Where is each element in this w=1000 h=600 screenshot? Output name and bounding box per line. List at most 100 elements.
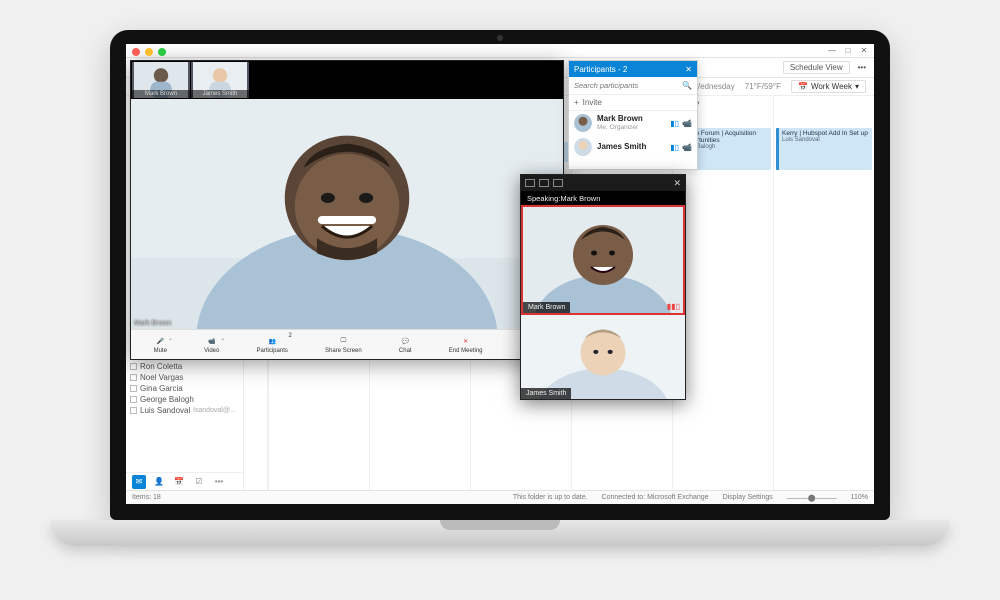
participants-count-badge: 2 [289, 333, 292, 339]
weather-day: Wednesday [693, 82, 735, 91]
contact-row[interactable]: Noel Vargas [126, 372, 243, 383]
participants-panel: Participants - 2 ✕ 🔍 + Invite Mark Brown… [568, 60, 698, 170]
audio-level-icon: ▮▯ [670, 119, 679, 128]
chevron-down-icon[interactable]: ⌄ [220, 335, 225, 342]
checkbox[interactable] [130, 363, 137, 370]
nav-mail-icon[interactable]: ✉ [132, 475, 146, 489]
window-maximize-icon[interactable]: □ [844, 47, 852, 55]
zoom-slider[interactable]: ———⬤——— [787, 494, 837, 502]
contact-row[interactable]: George Balogh [126, 394, 243, 405]
mini-tile-2[interactable]: James Smith [521, 315, 685, 399]
nav-people-icon[interactable]: 👤 [152, 475, 166, 489]
checkbox[interactable] [130, 385, 137, 392]
thumbnail-1[interactable]: Mark Brown [132, 62, 190, 98]
mini-portrait-1 [523, 207, 683, 313]
calendar-icon: 📅 [798, 82, 808, 91]
view-label: Work Week [811, 82, 852, 91]
contact-name: George Balogh [140, 395, 194, 404]
layout-grid-icon[interactable] [525, 179, 535, 187]
nav-strip: ✉ 👤 📅 ☑ ••• [126, 472, 243, 490]
participant-rows: Mark BrownMe, Organizer▮▯📹James Smith▮▯📹 [569, 111, 697, 159]
avatar [574, 138, 592, 156]
mini-portrait-2 [521, 315, 685, 399]
participant-row[interactable]: James Smith▮▯📹 [569, 135, 697, 159]
contact-name: Luis Sandoval [140, 406, 190, 415]
contact-row[interactable]: Ron Coletta [126, 361, 243, 372]
chevron-down-icon[interactable]: ⌄ [168, 335, 173, 342]
weather-temp: 71°F/59°F [745, 82, 781, 91]
video-button[interactable]: 📹Video⌄ [204, 335, 219, 354]
main-video-feed[interactable] [131, 99, 563, 329]
video-meeting-window: Mark Brown James Smith [130, 60, 564, 360]
speaking-indicator: Speaking: Mark Brown [521, 191, 685, 205]
status-zoom: 110% [851, 494, 868, 501]
audio-level-icon: ▮▮▯ [667, 302, 680, 311]
event-organizer: Luis Sandoval [782, 137, 869, 143]
mini-titlebar: ✕ [521, 175, 685, 191]
laptop-base [50, 520, 950, 546]
chevron-down-icon: ▾ [855, 82, 859, 91]
webcam-dot [497, 35, 503, 41]
contact-row[interactable]: Gina Garcia [126, 383, 243, 394]
share-screen-button[interactable]: 🖵Share Screen [325, 335, 362, 354]
window-close-icon[interactable]: ✕ [860, 47, 868, 55]
minimize-dot[interactable] [145, 48, 153, 56]
participants-search[interactable]: 🔍 [569, 77, 697, 95]
checkbox[interactable] [130, 374, 137, 381]
mac-traffic-lights [132, 48, 166, 56]
people-icon: 👥 [268, 335, 275, 347]
checkbox[interactable] [130, 407, 137, 414]
invite-label: Invite [583, 98, 602, 107]
outlook-titlebar: — □ ✕ [126, 44, 874, 58]
participants-title: Participants - 2 [574, 65, 627, 74]
invite-button[interactable]: + Invite [569, 95, 697, 111]
contact-name: Gina Garcia [140, 384, 183, 393]
chat-button[interactable]: 💬Chat [399, 335, 412, 354]
nav-tasks-icon[interactable]: ☑ [192, 475, 206, 489]
thumb-1-label: Mark Brown [132, 90, 190, 98]
mini-video-window: ✕ Speaking: Mark Brown Mark Brown ▮▮▯ [520, 174, 686, 400]
window-minimize-icon[interactable]: — [828, 47, 836, 55]
calendar-event[interactable]: Kerry | Hubspot Add In Set upLuis Sandov… [776, 128, 872, 170]
search-input[interactable] [574, 81, 678, 90]
contact-row[interactable]: Luis Sandovallsandoval@... [126, 405, 243, 416]
screen: — □ ✕ Schedule View ••• Wednesday 71°F/5… [126, 44, 874, 504]
schedule-view-button[interactable]: Schedule View [783, 61, 850, 74]
fullscreen-dot[interactable] [158, 48, 166, 56]
layout-speaker-icon[interactable] [539, 179, 549, 187]
contact-email: lsandoval@... [193, 407, 236, 414]
close-icon[interactable]: ✕ [673, 178, 681, 189]
participant-role: Me, Organizer [597, 124, 665, 131]
plus-icon: + [574, 98, 579, 107]
layout-strip-icon[interactable] [553, 179, 563, 187]
laptop-frame: — □ ✕ Schedule View ••• Wednesday 71°F/5… [110, 30, 890, 570]
calendar-view-picker[interactable]: 📅 Work Week ▾ [791, 80, 866, 93]
camera-icon: 📹 [208, 335, 215, 347]
thumbnail-2[interactable]: James Smith [191, 62, 249, 98]
camera-icon: 📹 [682, 119, 692, 128]
close-dot[interactable] [132, 48, 140, 56]
nav-calendar-icon[interactable]: 📅 [172, 475, 186, 489]
participant-name: James Smith [597, 143, 665, 152]
main-speaker-name: Mark Brown [134, 320, 171, 327]
nav-more-icon[interactable]: ••• [212, 475, 226, 489]
microphone-icon: 🎤 [157, 335, 164, 347]
participants-header: Participants - 2 ✕ [569, 61, 697, 77]
mute-button[interactable]: 🎤Mute⌄ [154, 335, 167, 354]
end-meeting-button[interactable]: ✕End Meeting [449, 335, 483, 354]
screen-bezel: — □ ✕ Schedule View ••• Wednesday 71°F/5… [110, 30, 890, 520]
ribbon-overflow-icon[interactable]: ••• [858, 63, 866, 72]
mini-tile-1-label: Mark Brown [523, 302, 570, 313]
close-icon[interactable]: ✕ [685, 65, 692, 74]
checkbox[interactable] [130, 396, 137, 403]
event-title: Kerry | Hubspot Add In Set up [782, 130, 869, 137]
mini-tile-1[interactable]: Mark Brown ▮▮▯ [521, 205, 685, 315]
meeting-control-bar: 🎤Mute⌄ 📹Video⌄ 👥Participants2 🖵Share Scr… [131, 329, 563, 359]
status-display-settings[interactable]: Display Settings [723, 494, 773, 501]
chat-icon: 💬 [402, 335, 409, 347]
speaker-portrait [131, 99, 563, 329]
end-call-icon: ✕ [463, 335, 468, 347]
thumb-2-label: James Smith [191, 90, 249, 98]
participants-button[interactable]: 👥Participants2 [257, 335, 288, 354]
participant-row[interactable]: Mark BrownMe, Organizer▮▯📹 [569, 111, 697, 135]
